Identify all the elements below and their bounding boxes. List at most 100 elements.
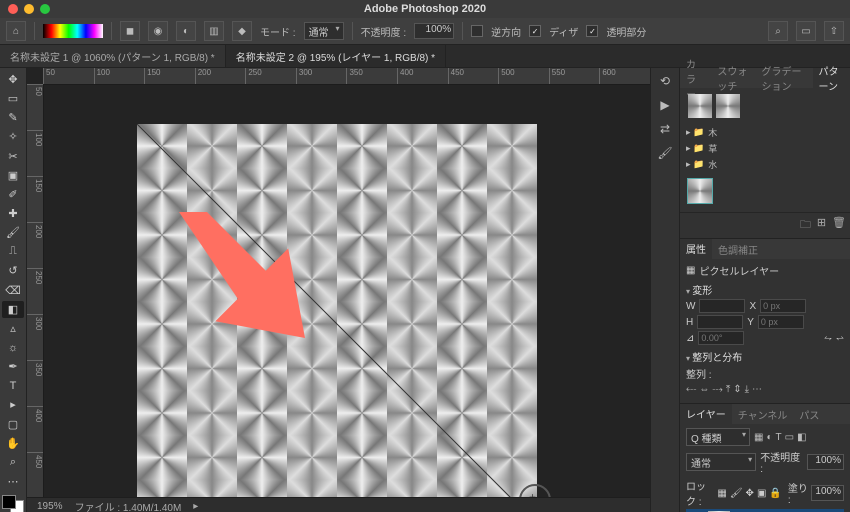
brush-tool[interactable]: 🖌 (2, 224, 24, 241)
tab-gradients[interactable]: グラデーション (756, 68, 813, 88)
gradient-radial-icon[interactable]: ◉ (148, 21, 168, 41)
gradient-angle-icon[interactable]: ◐ (176, 21, 196, 41)
layer-opacity-input[interactable]: 100% (807, 454, 844, 470)
layer-fill-input[interactable]: 100% (811, 485, 844, 501)
dodge-tool[interactable]: ☼ (2, 339, 24, 356)
gradient-reflected-icon[interactable]: ▥ (204, 21, 224, 41)
hand-tool[interactable]: ✋ (2, 435, 24, 452)
align-top-icon[interactable]: ⤒ (726, 384, 730, 395)
frame-tool[interactable]: ▣ (2, 167, 24, 184)
new-pattern-icon[interactable]: ⊞ (817, 216, 826, 235)
eraser-tool[interactable]: ⌫ (2, 282, 24, 299)
search-icon[interactable]: ⌕ (768, 21, 788, 41)
path-select-tool[interactable]: ▸ (2, 396, 24, 413)
tab-layers[interactable]: レイヤー (680, 404, 732, 425)
x-input[interactable] (760, 299, 806, 313)
align-left-icon[interactable]: ⤎ (686, 384, 696, 395)
flip-h-icon[interactable]: ⥊ (824, 333, 832, 344)
brushes-panel-icon[interactable]: 🖌 (656, 144, 674, 162)
transparency-checkbox[interactable]: ✓ (586, 25, 598, 37)
eyedropper-tool[interactable]: ✐ (2, 186, 24, 203)
pattern-folder[interactable]: 木 (686, 126, 844, 139)
dither-label: ディザ (549, 24, 578, 39)
dither-checkbox[interactable]: ✓ (529, 25, 541, 37)
transform-header[interactable]: 変形 (686, 282, 844, 297)
tab-channels[interactable]: チャンネル (732, 404, 794, 424)
pen-tool[interactable]: ✒ (2, 358, 24, 375)
flip-v-icon[interactable]: ⥋ (836, 333, 844, 344)
zoom-readout[interactable]: 195% (37, 501, 63, 512)
filter-adjust-icon[interactable]: ◐ (766, 432, 772, 443)
document-tab[interactable]: 名称未設定 2 @ 195% (レイヤー 1, RGB/8) * (226, 45, 446, 67)
gradient-tool[interactable]: ◧ (2, 301, 24, 318)
color-swatches[interactable] (43, 24, 103, 38)
spot-heal-tool[interactable]: ✚ (2, 205, 24, 222)
tab-adjustments[interactable]: 色調補正 (712, 239, 764, 259)
lock-all-icon[interactable]: 🔒 (769, 488, 781, 499)
blur-tool[interactable]: ▵ (2, 320, 24, 337)
layer-kind-label: ピクセルレイヤー (699, 263, 779, 278)
delete-icon[interactable]: 🗑 (832, 216, 846, 235)
history-brush-tool[interactable]: ↺ (2, 262, 24, 279)
filter-type-icon[interactable]: T (776, 432, 782, 443)
pattern-folder[interactable]: 水 (686, 158, 844, 171)
opacity-input[interactable]: 100% (414, 23, 454, 39)
pattern-folder[interactable]: 草 (686, 142, 844, 155)
document-canvas[interactable] (137, 124, 537, 512)
opacity-label: 不透明度 : (361, 24, 407, 39)
align-bottom-icon[interactable]: ⤓ (745, 384, 749, 395)
home-icon[interactable]: ⌂ (6, 21, 26, 41)
pattern-thumb[interactable] (688, 94, 712, 118)
history-panel-icon[interactable]: ⟲ (656, 72, 674, 90)
reverse-checkbox[interactable] (471, 25, 483, 37)
align-right-icon[interactable]: ⤏ (712, 384, 722, 395)
marquee-tool[interactable]: ▭ (2, 90, 24, 107)
brush-settings-icon[interactable]: ⇄ (656, 120, 674, 138)
canvas-area[interactable]: 50100150200250300350400450500550600 5010… (27, 68, 650, 512)
tab-swatches[interactable]: スウォッチ (711, 68, 755, 88)
align-header[interactable]: 整列と分布 (686, 349, 844, 364)
tab-properties[interactable]: 属性 (680, 239, 712, 260)
blend-mode-dropdown[interactable]: 通常 (304, 22, 344, 40)
lasso-tool[interactable]: ✎ (2, 109, 24, 126)
height-input[interactable] (697, 315, 743, 329)
tab-paths[interactable]: パス (793, 404, 825, 424)
align-hcenter-icon[interactable]: ⇔ (699, 384, 709, 395)
lock-position-icon[interactable]: ✥ (746, 488, 754, 499)
filter-smart-icon[interactable]: ◧ (797, 432, 806, 443)
tab-patterns[interactable]: パターン (813, 68, 850, 89)
width-input[interactable] (699, 299, 745, 313)
properties-panel: 属性 色調補正 ▦ピクセルレイヤー 変形 W X H Y ⊿ (680, 239, 850, 404)
tab-color[interactable]: カラー (680, 68, 711, 88)
distribute-icon[interactable]: ⋯ (752, 384, 762, 395)
lock-image-icon[interactable]: 🖌 (730, 488, 743, 499)
gradient-diamond-icon[interactable]: ◆ (232, 21, 252, 41)
clone-stamp-tool[interactable]: ⎍ (2, 243, 24, 260)
filter-shape-icon[interactable]: ▭ (785, 432, 794, 443)
move-tool[interactable]: ✥ (2, 71, 24, 88)
pattern-thumb[interactable] (716, 94, 740, 118)
share-icon[interactable]: ⇧ (824, 21, 844, 41)
align-vcenter-icon[interactable]: ⇕ (733, 384, 741, 395)
gradient-linear-icon[interactable]: ◼ (120, 21, 140, 41)
zoom-tool[interactable]: ⌕ (2, 454, 24, 471)
lock-artboard-icon[interactable]: ▣ (757, 488, 766, 499)
layer-filter-dropdown[interactable]: Q 種類 (686, 428, 750, 446)
edit-toolbar[interactable]: ⋯ (2, 473, 24, 490)
filter-pixel-icon[interactable]: ▦ (754, 432, 763, 443)
angle-input[interactable] (698, 331, 744, 345)
crop-tool[interactable]: ✂ (2, 148, 24, 165)
workspace-icon[interactable]: ▭ (796, 21, 816, 41)
new-folder-icon[interactable]: 🗀 (800, 216, 811, 235)
document-tab[interactable]: 名称未設定 1 @ 1060% (パターン 1, RGB/8) * (0, 45, 226, 67)
y-input[interactable] (758, 315, 804, 329)
ruler-horizontal: 50100150200250300350400450500550600 (43, 68, 650, 85)
actions-panel-icon[interactable]: ▶ (656, 96, 674, 114)
quick-select-tool[interactable]: ✧ (2, 128, 24, 145)
type-tool[interactable]: T (2, 377, 24, 394)
fg-bg-colors[interactable] (2, 495, 24, 512)
layer-blend-dropdown[interactable]: 通常 (686, 453, 756, 471)
shape-tool[interactable]: ▢ (2, 416, 24, 433)
lock-transparent-icon[interactable]: ▦ (717, 488, 726, 499)
pattern-thumb-selected[interactable] (688, 179, 712, 203)
